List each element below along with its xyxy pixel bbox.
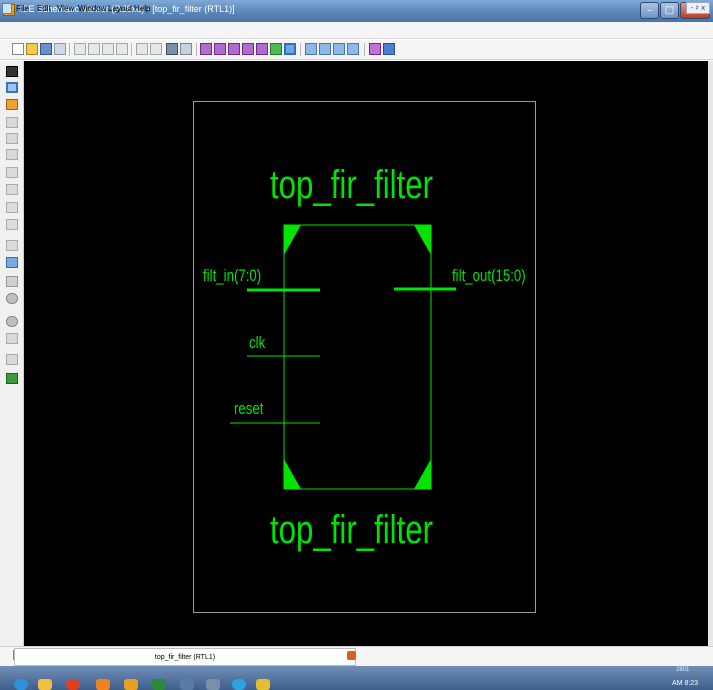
excel-taskbar-icon[interactable] (152, 679, 166, 690)
add-rectangle-icon[interactable] (6, 257, 18, 268)
hierarchy-up-icon[interactable] (305, 43, 317, 55)
menu-file[interactable]: File (16, 4, 29, 13)
add-io-marker-icon[interactable] (6, 316, 18, 327)
add-bus-icon[interactable] (6, 133, 18, 144)
close-tab-icon[interactable] (347, 651, 356, 660)
pin-label-filt-out: filt_out(15:0) (452, 266, 526, 285)
add-symbol-icon[interactable] (6, 167, 18, 178)
menu-edit[interactable]: Edit (37, 4, 51, 13)
add-label-icon[interactable] (6, 184, 18, 195)
find-replace-icon[interactable] (180, 43, 192, 55)
find-icon[interactable] (166, 43, 178, 55)
zoom-full-icon[interactable] (256, 43, 268, 55)
add-text-icon[interactable] (6, 202, 18, 213)
zoom-fit-icon[interactable] (228, 43, 240, 55)
maximize-button[interactable]: □ (660, 2, 679, 19)
zoom-out-icon[interactable] (214, 43, 226, 55)
hierarchy-down-icon[interactable] (319, 43, 331, 55)
vertical-scrollbar[interactable] (708, 61, 713, 646)
delete-icon[interactable] (116, 43, 128, 55)
app-taskbar-icon[interactable] (124, 679, 138, 690)
network-taskbar-icon[interactable] (206, 679, 220, 690)
skype-taskbar-icon[interactable] (232, 679, 246, 690)
toolbar-separator (300, 43, 301, 56)
tab-top-fir-filter[interactable]: top_fir_filter (RTL1) (14, 648, 356, 666)
save-all-icon[interactable] (54, 43, 66, 55)
undo-icon[interactable] (136, 43, 148, 55)
menu-window[interactable]: Window (78, 4, 106, 13)
add-pin-icon[interactable] (6, 117, 18, 128)
attributes-icon[interactable] (6, 354, 18, 365)
previous-sheet-icon[interactable] (333, 43, 345, 55)
copy-icon[interactable] (88, 43, 100, 55)
redo-icon[interactable] (150, 43, 162, 55)
help-icon[interactable] (383, 43, 395, 55)
explorer-taskbar-icon[interactable] (38, 679, 52, 690)
pointer-icon[interactable] (6, 66, 18, 77)
check-schematic-icon[interactable] (6, 373, 18, 384)
cut-icon[interactable] (74, 43, 86, 55)
document-icon (2, 3, 12, 14)
select-icon[interactable] (284, 43, 296, 55)
add-port-icon[interactable] (6, 293, 18, 304)
taskbar-clock[interactable]: AM 8:23 (672, 680, 698, 687)
module-name-bottom: top_fir_filter (270, 508, 434, 552)
add-net-icon[interactable] (6, 149, 18, 160)
zoom-select-icon[interactable] (6, 82, 18, 93)
toolbar-separator (131, 43, 132, 56)
minimize-button[interactable]: – (640, 2, 659, 19)
pin-label-filt-in: filt_in(7:0) (203, 266, 262, 285)
firefox-taskbar-icon[interactable] (96, 679, 110, 690)
add-wire-icon[interactable] (6, 99, 18, 110)
pan-icon[interactable] (369, 43, 381, 55)
menu-view[interactable]: View (57, 4, 74, 13)
add-circle-icon[interactable] (6, 276, 18, 287)
zoom-area-icon[interactable] (242, 43, 254, 55)
browser-taskbar-icon[interactable] (66, 679, 80, 690)
module-name-top: top_fir_filter (270, 163, 434, 207)
calculator-taskbar-icon[interactable] (180, 679, 194, 690)
refresh-icon[interactable] (270, 43, 282, 55)
document-tab-bar: top_fir_filter (RTL1) (0, 646, 713, 666)
start-button-icon[interactable] (14, 679, 28, 690)
ise-taskbar-icon[interactable] (256, 679, 270, 690)
zoom-in-icon[interactable] (200, 43, 212, 55)
toolbar-separator (196, 43, 197, 56)
toolbar-separator (364, 43, 365, 56)
taskbar-clock-top: 2801 (676, 667, 690, 673)
new-icon[interactable] (12, 43, 24, 55)
rename-icon[interactable] (6, 333, 18, 344)
next-sheet-icon[interactable] (347, 43, 359, 55)
menu-layout[interactable]: Layout (108, 4, 132, 13)
add-line-icon[interactable] (6, 240, 18, 251)
open-icon[interactable] (26, 43, 38, 55)
pin-label-reset: reset (234, 399, 264, 418)
menu-help[interactable]: Help (134, 4, 150, 13)
mdi-controls[interactable]: - ♯ x (686, 2, 710, 14)
menu-bar (0, 22, 713, 39)
paste-icon[interactable] (102, 43, 114, 55)
pin-label-clk: clk (249, 333, 266, 352)
save-icon[interactable] (40, 43, 52, 55)
toolbar-separator (69, 43, 70, 56)
add-arc-icon[interactable] (6, 219, 18, 230)
